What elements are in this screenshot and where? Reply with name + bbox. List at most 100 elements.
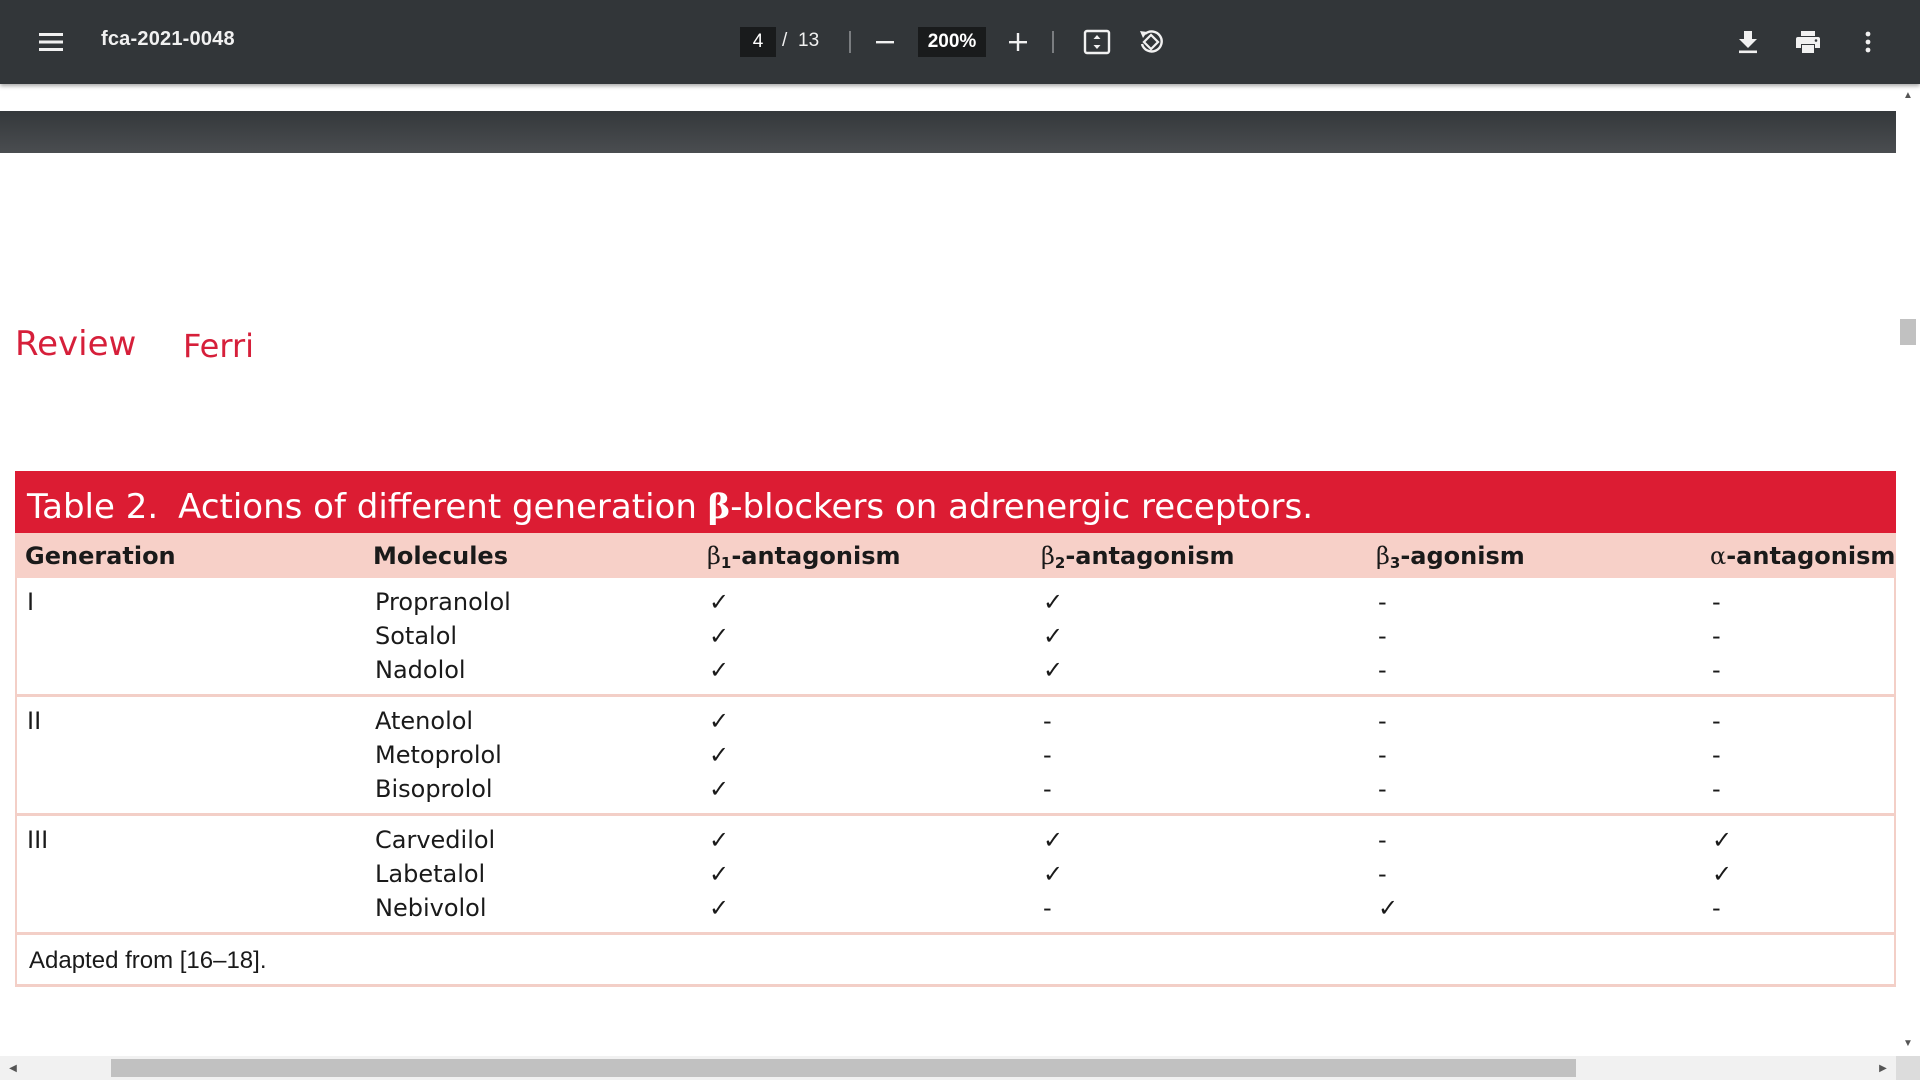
b2-cell: -: [1043, 707, 1052, 735]
scroll-left-arrow-icon[interactable]: ◀: [2, 1056, 24, 1080]
generation-label: III: [27, 826, 49, 854]
running-head-section: Review: [15, 324, 137, 364]
b3-cell: -: [1378, 588, 1387, 616]
plus-icon: [1009, 33, 1027, 51]
molecule-name: Sotalol: [375, 622, 458, 650]
alpha-cell: -: [1712, 741, 1721, 769]
b1-cell: ✓: [709, 894, 730, 922]
fit-to-page-button[interactable]: [1073, 18, 1121, 66]
b2-cell: ✓: [1043, 622, 1064, 650]
header-b1-text: -antagonism: [731, 542, 901, 570]
alpha-cell: -: [1712, 622, 1721, 650]
previous-page-edge: [0, 111, 1896, 153]
b1-cell: ✓: [709, 826, 730, 854]
table-label: Table 2.: [27, 487, 159, 527]
header-alpha-text: -antagonism: [1726, 542, 1896, 570]
minus-icon: [876, 41, 894, 44]
b1-cell: ✓: [709, 741, 730, 769]
table-title-beta: β: [707, 487, 731, 527]
header-b2-sub: 2: [1054, 554, 1066, 572]
b2-cell: -: [1043, 741, 1052, 769]
table-footnote: Adapted from [16–18].: [15, 935, 1896, 987]
header-b3-symbol: β: [1376, 542, 1390, 570]
b1-cell: ✓: [709, 622, 730, 650]
b3-cell: -: [1378, 656, 1387, 684]
alpha-cell: -: [1712, 707, 1721, 735]
fit-to-page-icon: [1083, 29, 1111, 55]
b3-cell: -: [1378, 826, 1387, 854]
menu-icon: [39, 33, 63, 51]
table-row-group: I Propranolol ✓ ✓ - - Sotalol ✓ ✓ - - Na…: [15, 578, 1896, 697]
header-b1-sub: 1: [720, 554, 732, 572]
vertical-scroll-thumb[interactable]: [1900, 319, 1916, 345]
header-b3-agonism: β3-agonism: [1376, 542, 1525, 572]
horizontal-scroll-thumb[interactable]: [111, 1059, 1576, 1077]
b3-cell: -: [1378, 707, 1387, 735]
zoom-out-button[interactable]: [861, 18, 909, 66]
vertical-scrollbar[interactable]: ▲ ▼: [1896, 84, 1920, 1056]
zoom-in-button[interactable]: [994, 18, 1042, 66]
table-row-group: III Carvedilol ✓ ✓ - ✓ Labetalol ✓ ✓ - ✓…: [15, 816, 1896, 935]
table-footnote-text: Adapted from [16–18].: [29, 947, 267, 974]
molecule-name: Labetalol: [375, 860, 486, 888]
table-title: Table 2. Actions of different generation …: [15, 471, 1896, 533]
header-b3-sub: 3: [1389, 554, 1401, 572]
b3-cell: -: [1378, 622, 1387, 650]
b3-cell: -: [1378, 860, 1387, 888]
rotate-button[interactable]: [1127, 18, 1175, 66]
header-b2-antagonism: β2-antagonism: [1041, 542, 1235, 572]
print-button[interactable]: [1784, 18, 1832, 66]
horizontal-scrollbar[interactable]: ◀ ▶: [0, 1056, 1896, 1080]
page-gap: [0, 84, 1896, 111]
generation-label: II: [27, 707, 42, 735]
b1-cell: ✓: [709, 588, 730, 616]
download-button[interactable]: [1724, 18, 1772, 66]
menu-button[interactable]: [27, 18, 75, 66]
table-row-group: II Atenolol ✓ - - - Metoprolol ✓ - - - B…: [15, 697, 1896, 816]
zoom-input[interactable]: 200%: [918, 27, 986, 57]
alpha-cell: ✓: [1712, 826, 1733, 854]
alpha-cell: ✓: [1712, 860, 1733, 888]
b2-cell: -: [1043, 894, 1052, 922]
alpha-cell: -: [1712, 588, 1721, 616]
molecule-name: Propranolol: [375, 588, 511, 616]
b1-cell: ✓: [709, 860, 730, 888]
toolbar-divider: [1052, 31, 1054, 53]
alpha-cell: -: [1712, 894, 1721, 922]
table-title-suffix: -blockers on adrenergic receptors.: [730, 487, 1314, 527]
scroll-down-arrow-icon[interactable]: ▼: [1896, 1034, 1920, 1052]
more-vert-icon: [1865, 31, 1871, 53]
table-title-prefix: Actions of different generation: [178, 487, 708, 527]
page-number-input[interactable]: 4: [740, 27, 776, 57]
more-actions-button[interactable]: [1844, 18, 1892, 66]
b1-cell: ✓: [709, 656, 730, 684]
header-alpha-antagonism: α-antagonism: [1710, 542, 1895, 570]
page-separator: /: [782, 30, 788, 51]
page-total: 13: [798, 30, 820, 51]
b2-cell: ✓: [1043, 826, 1064, 854]
alpha-cell: -: [1712, 656, 1721, 684]
molecule-name: Nebivolol: [375, 894, 487, 922]
b2-cell: ✓: [1043, 588, 1064, 616]
header-b2-symbol: β: [1041, 542, 1055, 570]
molecule-name: Atenolol: [375, 707, 474, 735]
header-b1-antagonism: β1-antagonism: [707, 542, 901, 572]
b2-cell: ✓: [1043, 656, 1064, 684]
pdf-toolbar: fca-2021-0048 4 / 13 200%: [0, 0, 1920, 84]
pdf-viewer[interactable]: Review Ferri Table 2. Actions of differen…: [0, 84, 1920, 1080]
document-title: fca-2021-0048: [101, 28, 235, 50]
b3-cell: ✓: [1378, 894, 1399, 922]
header-generation: Generation: [25, 542, 176, 570]
download-icon: [1739, 31, 1757, 54]
scrollbar-corner: [1896, 1056, 1920, 1080]
b3-cell: -: [1378, 775, 1387, 803]
header-molecules: Molecules: [373, 542, 508, 570]
scroll-right-arrow-icon[interactable]: ▶: [1872, 1056, 1894, 1080]
alpha-cell: -: [1712, 775, 1721, 803]
b2-cell: ✓: [1043, 860, 1064, 888]
rotate-icon: [1140, 30, 1163, 53]
molecule-name: Carvedilol: [375, 826, 496, 854]
scroll-up-arrow-icon[interactable]: ▲: [1896, 86, 1920, 104]
molecule-name: Bisoprolol: [375, 775, 493, 803]
molecule-name: Nadolol: [375, 656, 466, 684]
